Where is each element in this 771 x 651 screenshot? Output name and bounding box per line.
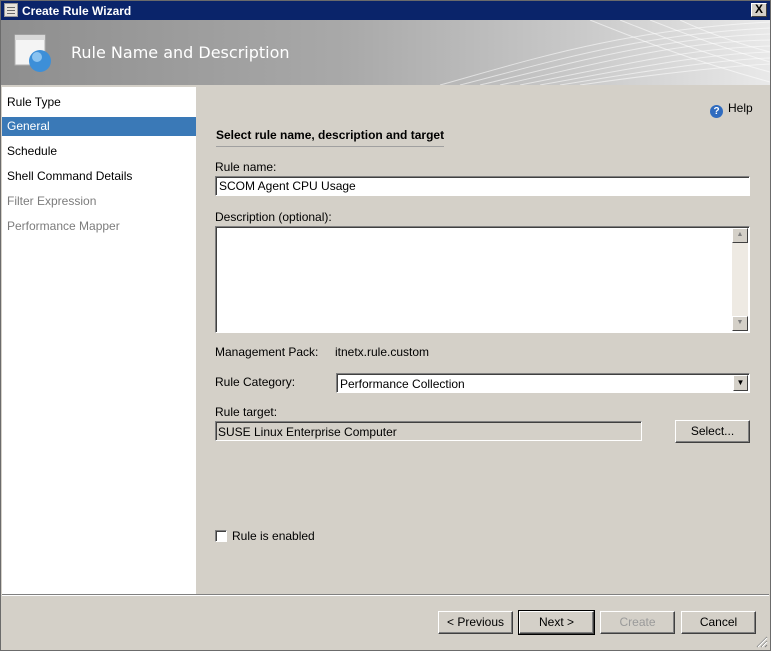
rule-category-select[interactable]: Performance Collection ▼	[336, 373, 750, 393]
rule-enabled-checkbox[interactable]	[215, 530, 227, 542]
help-icon: ?	[710, 105, 723, 118]
footer-divider-highlight	[2, 595, 769, 596]
wizard-app-icon	[4, 3, 18, 17]
scroll-down-arrow-icon[interactable]: ▼	[732, 316, 748, 331]
banner-wave-graphic	[440, 20, 770, 85]
create-button: Create	[600, 611, 675, 634]
previous-button[interactable]: < Previous	[438, 611, 513, 634]
rule-target-field: SUSE Linux Enterprise Computer	[215, 421, 642, 441]
nav-item-shell-command-details[interactable]: Shell Command Details	[2, 167, 196, 186]
title-bar[interactable]: Create Rule Wizard X	[1, 1, 770, 20]
create-rule-wizard-window: Create Rule Wizard X Rule Name and Descr…	[0, 0, 771, 651]
nav-item-performance-mapper: Performance Mapper	[7, 219, 120, 233]
section-title: Select rule name, description and target	[216, 128, 445, 142]
rule-target-label: Rule target:	[215, 405, 278, 419]
section-divider	[216, 146, 444, 147]
management-pack-label: Management Pack:	[215, 345, 319, 359]
nav-item-rule-type[interactable]: Rule Type	[2, 93, 196, 112]
help-link[interactable]: ? Help	[710, 101, 753, 118]
rule-target-value: SUSE Linux Enterprise Computer	[218, 425, 397, 439]
resize-grip-icon[interactable]	[756, 636, 768, 648]
cancel-button[interactable]: Cancel	[681, 611, 756, 634]
help-label: Help	[728, 101, 753, 115]
rule-name-input[interactable]	[215, 176, 750, 196]
rule-category-label: Rule Category:	[215, 375, 296, 389]
next-button[interactable]: Next >	[518, 610, 595, 635]
wizard-page-icon	[14, 34, 51, 72]
management-pack-value: itnetx.rule.custom	[335, 345, 430, 359]
wizard-steps-nav: Rule Type General Schedule Shell Command…	[2, 87, 196, 594]
select-target-button[interactable]: Select...	[675, 420, 750, 443]
nav-item-schedule[interactable]: Schedule	[2, 142, 196, 161]
window-title: Create Rule Wizard	[22, 4, 132, 18]
wizard-content: ? Help Select rule name, description and …	[197, 87, 770, 594]
description-label: Description (optional):	[215, 210, 332, 224]
close-button[interactable]: X	[751, 3, 767, 17]
description-scrollbar[interactable]: ▲ ▼	[732, 228, 748, 331]
chevron-down-icon[interactable]: ▼	[733, 375, 748, 391]
nav-item-general[interactable]: General	[2, 117, 196, 136]
rule-enabled-option[interactable]: Rule is enabled	[215, 529, 315, 543]
rule-name-label: Rule name:	[215, 160, 277, 174]
nav-item-filter-expression: Filter Expression	[7, 194, 97, 208]
wizard-header-banner: Rule Name and Description	[1, 20, 770, 85]
rule-enabled-label: Rule is enabled	[232, 529, 315, 543]
scroll-up-arrow-icon[interactable]: ▲	[732, 228, 748, 243]
page-title: Rule Name and Description	[71, 43, 290, 62]
description-textarea[interactable]: ▲ ▼	[215, 226, 750, 333]
rule-category-value: Performance Collection	[340, 377, 465, 391]
